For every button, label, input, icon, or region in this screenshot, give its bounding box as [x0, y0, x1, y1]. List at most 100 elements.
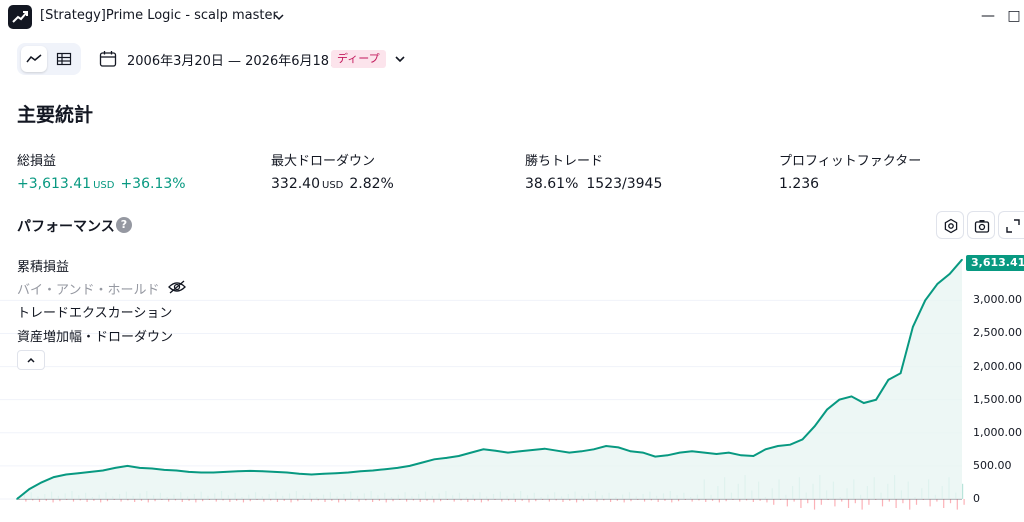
- minimize-button[interactable]: —: [978, 6, 998, 26]
- data-point: [188, 471, 190, 473]
- key-stats-title: 主要統計: [17, 104, 94, 126]
- excursion-bar-loss: [929, 499, 931, 507]
- excursion-bar-loss: [242, 499, 245, 503]
- excursion-bar-loss: [800, 499, 802, 508]
- data-point: [507, 451, 509, 454]
- maximize-button[interactable]: □: [1004, 6, 1024, 26]
- y-tick-label: 2,500.00: [973, 326, 1022, 340]
- excursion-bar-loss: [895, 499, 897, 508]
- last-value-badge: 3,613.41: [966, 255, 1024, 271]
- excursion-bar-loss: [290, 499, 292, 503]
- data-point: [286, 471, 288, 474]
- excursion-bar-loss: [902, 499, 904, 504]
- strategy-title[interactable]: [Strategy]Prime Logic - scalp master: [40, 8, 278, 23]
- excursion-bar-loss: [147, 499, 149, 503]
- legend-trade-excursion[interactable]: トレードエクスカーション: [17, 302, 172, 321]
- data-point: [102, 469, 104, 472]
- table-view-button[interactable]: [51, 46, 77, 72]
- stat-value: 332.40: [271, 176, 320, 192]
- data-point: [151, 467, 153, 470]
- stat-label: 総損益: [17, 154, 57, 169]
- excursion-bar-loss: [834, 499, 836, 507]
- data-point: [580, 450, 583, 453]
- data-point: [200, 471, 202, 474]
- data-point: [494, 449, 497, 452]
- legend-equity-drawdown[interactable]: 資産増加幅・ドローダウン: [17, 326, 173, 345]
- data-point: [654, 455, 656, 458]
- camera-icon: [974, 220, 990, 233]
- chevron-down-icon[interactable]: [392, 51, 408, 67]
- data-point: [764, 448, 767, 451]
- data-point: [433, 458, 436, 461]
- data-point: [372, 469, 374, 472]
- data-point: [396, 467, 399, 469]
- data-point: [912, 326, 914, 328]
- data-point: [16, 498, 18, 500]
- excursion-bar-loss: [807, 499, 809, 504]
- help-icon[interactable]: ?: [116, 217, 132, 233]
- stat-value: 1.236: [779, 176, 820, 192]
- chevron-up-icon: [27, 357, 35, 363]
- data-point: [642, 451, 644, 454]
- excursion-bar-loss: [433, 499, 435, 503]
- data-point: [678, 451, 681, 454]
- data-point: [261, 470, 264, 472]
- data-point: [899, 372, 902, 374]
- data-point: [249, 470, 251, 472]
- stat-unit: USD: [93, 180, 115, 191]
- excursion-bar-loss: [881, 499, 884, 507]
- stat-profit-factor: プロフィットファクター 1.236: [779, 150, 921, 192]
- data-point: [728, 451, 730, 454]
- y-tick-label: 3,000.00: [973, 293, 1022, 307]
- legend-cumulative-pnl[interactable]: 累積損益: [17, 256, 69, 275]
- excursion-bar-loss: [480, 499, 483, 503]
- data-point: [28, 488, 31, 490]
- chevron-down-icon[interactable]: [270, 8, 288, 26]
- stat-label: 勝ちトレード: [525, 154, 604, 169]
- data-point: [948, 273, 951, 275]
- data-point: [629, 450, 632, 453]
- data-point: [89, 471, 92, 473]
- collapse-legend-button[interactable]: [17, 350, 45, 370]
- fullscreen-button[interactable]: [998, 211, 1024, 239]
- eye-off-icon[interactable]: [167, 279, 187, 295]
- data-point: [568, 451, 571, 454]
- stat-label: 最大ドローダウン: [271, 154, 376, 169]
- excursion-bar-loss: [813, 499, 816, 510]
- stat-winning-trades: 勝ちトレード 38.61% 1523/3945: [525, 150, 662, 192]
- data-point: [458, 455, 460, 457]
- stat-extra: 1523/3945: [586, 176, 663, 192]
- data-point: [875, 398, 877, 401]
- excursion-bar: [962, 483, 964, 499]
- stat-value: 38.61%: [525, 176, 579, 192]
- data-point: [789, 443, 791, 446]
- performance-title: パフォーマンス: [17, 219, 115, 235]
- data-point: [163, 469, 166, 471]
- excursion-bar-loss: [820, 499, 822, 505]
- stat-extra: 2.82%: [349, 176, 394, 192]
- data-point: [384, 468, 386, 471]
- excursion-bar-loss: [100, 499, 102, 503]
- table-icon: [56, 52, 72, 66]
- data-point: [335, 472, 337, 474]
- stat-label: プロフィットファクター: [779, 154, 922, 169]
- legend-buy-and-hold[interactable]: バイ・アンド・ホールド: [17, 279, 159, 298]
- excursion-bar-loss: [338, 499, 340, 503]
- data-point: [813, 425, 816, 427]
- screenshot-button[interactable]: [967, 211, 995, 239]
- data-point: [212, 471, 215, 474]
- data-point: [740, 454, 742, 457]
- data-point: [310, 473, 313, 476]
- data-point: [826, 408, 828, 411]
- data-point: [138, 467, 141, 469]
- stat-unit: USD: [322, 180, 344, 191]
- excursion-bar-loss: [861, 499, 863, 510]
- data-point: [666, 454, 669, 457]
- chart-view-button[interactable]: [21, 46, 47, 72]
- line-chart-icon: [26, 54, 42, 63]
- stat-value: +3,613.41: [17, 176, 92, 192]
- data-point: [924, 299, 926, 302]
- settings-button[interactable]: [936, 211, 964, 239]
- data-point: [691, 450, 693, 453]
- data-point: [237, 470, 239, 472]
